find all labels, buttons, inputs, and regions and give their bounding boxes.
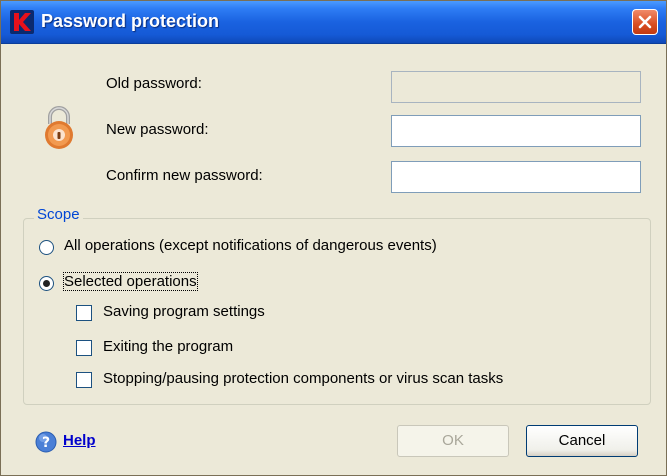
checkbox-stopping-protection-label[interactable]: Stopping/pausing protection components o…	[103, 370, 503, 387]
kaspersky-k-icon	[10, 10, 34, 34]
cancel-button[interactable]: Cancel	[526, 425, 638, 457]
new-password-label: New password:	[106, 121, 209, 138]
close-icon	[638, 15, 652, 29]
radio-selected-operations[interactable]	[39, 276, 54, 291]
confirm-password-label: Confirm new password:	[106, 167, 263, 184]
checkbox-saving-settings[interactable]	[76, 305, 92, 321]
ok-button[interactable]: OK	[397, 425, 509, 457]
window-title: Password protection	[41, 11, 220, 31]
close-button[interactable]	[632, 9, 658, 35]
radio-all-operations-label[interactable]: All operations (except notifications of …	[64, 237, 437, 254]
radio-all-operations[interactable]	[39, 240, 54, 255]
checkbox-saving-settings-label[interactable]: Saving program settings	[103, 303, 265, 320]
question-mark-icon[interactable]: ?	[35, 431, 57, 453]
radio-selected-operations-label[interactable]: Selected operations	[63, 272, 198, 291]
checkbox-exiting-program[interactable]	[76, 340, 92, 356]
checkbox-stopping-protection[interactable]	[76, 372, 92, 388]
title-bar[interactable]: Password protection	[1, 1, 666, 44]
help-link[interactable]: Help	[63, 432, 96, 449]
old-password-field	[391, 71, 641, 103]
password-protection-dialog: Password protection Old password: New pa…	[0, 0, 667, 476]
padlock-icon	[45, 106, 73, 149]
svg-text:?: ?	[42, 435, 50, 451]
old-password-label: Old password:	[106, 75, 202, 92]
scope-legend: Scope	[34, 206, 83, 223]
confirm-password-field[interactable]	[391, 161, 641, 193]
checkbox-exiting-program-label[interactable]: Exiting the program	[103, 338, 233, 355]
new-password-field[interactable]	[391, 115, 641, 147]
